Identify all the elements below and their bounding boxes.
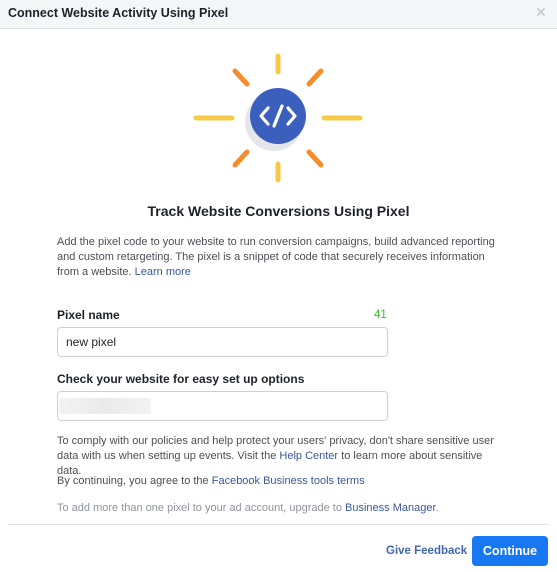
pixel-name-char-count: 41 <box>374 309 387 321</box>
upgrade-notice: To add more than one pixel to your ad ac… <box>57 501 507 516</box>
business-tools-terms-link[interactable]: Facebook Business tools terms <box>212 475 365 487</box>
ray-top-left <box>232 68 250 87</box>
upgrade-text: To add more than one pixel to your ad ac… <box>57 502 342 514</box>
section-description: Add the pixel code to your website to ru… <box>57 235 507 280</box>
upgrade-suffix: . <box>435 502 439 514</box>
pixel-name-label: Pixel name <box>57 308 120 322</box>
website-label: Check your website for easy set up optio… <box>57 372 305 386</box>
privacy-notice: To comply with our policies and help pro… <box>57 434 507 479</box>
terms-notice: By continuing, you agree to the Facebook… <box>57 474 507 489</box>
business-manager-link[interactable]: Business Manager <box>345 502 436 514</box>
help-center-link[interactable]: Help Center <box>279 450 338 462</box>
footer-divider <box>8 524 549 525</box>
give-feedback-button[interactable]: Give Feedback <box>386 545 467 557</box>
close-icon[interactable]: ✕ <box>534 5 548 19</box>
redacted-website-value <box>59 398 151 414</box>
dialog-header: Connect Website Activity Using Pixel ✕ <box>0 0 557 29</box>
ray-bottom-right <box>306 149 324 168</box>
continue-button[interactable]: Continue <box>472 536 548 566</box>
section-title: Track Website Conversions Using Pixel <box>147 203 410 219</box>
pixel-name-input[interactable] <box>57 327 388 357</box>
ray-top-right <box>306 68 324 87</box>
description-text: Add the pixel code to your website to ru… <box>57 236 495 278</box>
learn-more-link[interactable]: Learn more <box>135 266 191 278</box>
ray-bottom-left <box>232 149 250 168</box>
dialog-title: Connect Website Activity Using Pixel <box>8 6 229 20</box>
terms-text: By continuing, you agree to the <box>57 475 209 487</box>
pixel-hero-illustration <box>193 53 363 183</box>
